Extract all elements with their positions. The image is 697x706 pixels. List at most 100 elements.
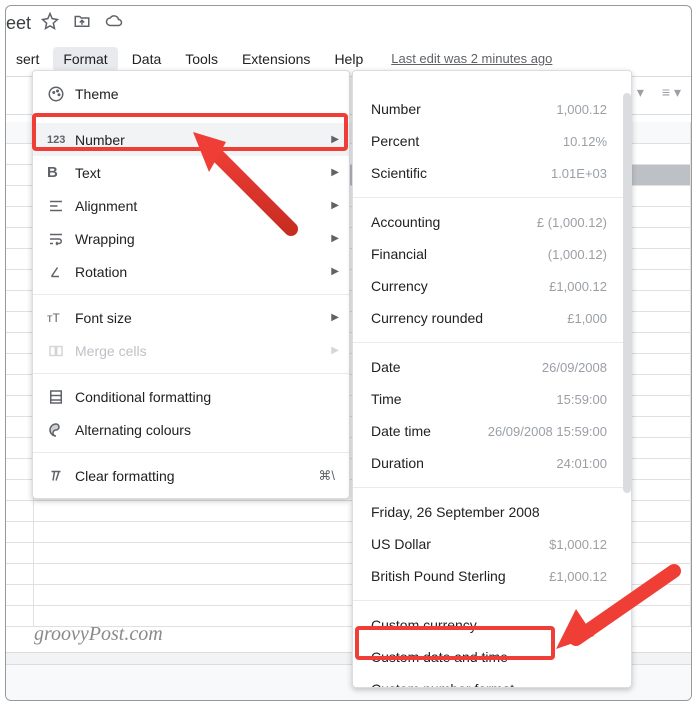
chevron-right-icon: ▶ xyxy=(331,200,339,211)
submenu-item-scientific[interactable]: Scientific1.01E+03 xyxy=(353,157,623,189)
conditional-format-icon xyxy=(47,388,75,406)
menu-item-label: Merge cells xyxy=(75,343,331,359)
align-icon xyxy=(47,197,75,215)
alt-colours-icon xyxy=(47,421,75,439)
wrap-icon xyxy=(47,230,75,248)
chevron-right-icon: ▶ xyxy=(331,233,339,244)
submenu-item-label: Percent xyxy=(371,133,563,149)
chevron-right-icon: ▶ xyxy=(331,134,339,145)
menu-item-clear[interactable]: Clear formatting ⌘\ xyxy=(33,459,349,492)
menu-item-label: Alignment xyxy=(75,198,331,214)
bold-icon: B xyxy=(47,164,75,181)
submenu-item-label: British Pound Sterling xyxy=(371,568,549,584)
submenu-item-custom-date-and-time[interactable]: Custom date and time xyxy=(353,641,623,673)
submenu-item-label: Time xyxy=(371,391,556,407)
menu-item-label: Alternating colours xyxy=(75,422,339,438)
fontsize-icon: ᴛT xyxy=(47,311,75,325)
submenu-item-us-dollar[interactable]: US Dollar$1,000.12 xyxy=(353,528,623,560)
rotation-icon xyxy=(47,263,75,281)
submenu-item-label: Custom currency xyxy=(371,617,607,633)
submenu-item-example: £1,000 xyxy=(567,311,607,326)
menu-item-altcolours[interactable]: Alternating colours xyxy=(33,413,349,446)
submenu-item-label: Custom number format xyxy=(371,681,607,687)
star-icon[interactable] xyxy=(41,12,59,35)
submenu-item-date-time[interactable]: Date time26/09/2008 15:59:00 xyxy=(353,415,623,447)
submenu-item-label: Number xyxy=(371,101,556,117)
last-edit-link[interactable]: Last edit was 2 minutes ago xyxy=(391,51,552,66)
filter-icon: ≡ ▾ xyxy=(662,84,681,101)
submenu-item-example: 1.01E+03 xyxy=(551,166,607,181)
chevron-right-icon: ▶ xyxy=(331,167,339,178)
menu-item-conditional[interactable]: Conditional formatting xyxy=(33,380,349,413)
clear-format-icon xyxy=(47,467,75,485)
submenu-item-label: US Dollar xyxy=(371,536,549,552)
chevron-right-icon: ▶ xyxy=(331,312,339,323)
submenu-item-example: 26/09/2008 15:59:00 xyxy=(488,424,607,439)
submenu-item-example: 1,000.12 xyxy=(556,102,607,117)
menu-tools[interactable]: Tools xyxy=(175,47,228,71)
number-submenu: Number1,000.12Percent10.12%Scientific1.0… xyxy=(352,70,632,688)
watermark-text: groovyPost.com xyxy=(34,623,163,646)
menu-item-text[interactable]: B Text ▶ xyxy=(33,156,349,189)
submenu-item-example: 24:01:00 xyxy=(556,456,607,471)
menu-item-number[interactable]: 123 Number ▶ xyxy=(33,123,349,156)
submenu-item-example: £ (1,000.12) xyxy=(537,215,607,230)
submenu-item-label: Duration xyxy=(371,455,556,471)
submenu-item-currency-rounded[interactable]: Currency rounded£1,000 xyxy=(353,302,623,334)
submenu-scrollbar[interactable] xyxy=(623,93,631,493)
move-folder-icon[interactable] xyxy=(73,12,91,35)
submenu-item-currency[interactable]: Currency£1,000.12 xyxy=(353,270,623,302)
submenu-item-example: (1,000.12) xyxy=(548,247,607,262)
submenu-item-label: Financial xyxy=(371,246,548,262)
submenu-item-date[interactable]: Date26/09/2008 xyxy=(353,351,623,383)
submenu-item-label: Currency rounded xyxy=(371,310,567,326)
shortcut-label: ⌘\ xyxy=(318,468,335,484)
submenu-item-british-pound-sterling[interactable]: British Pound Sterling£1,000.12 xyxy=(353,560,623,592)
menu-insert[interactable]: sert xyxy=(6,47,49,71)
menu-item-label: Clear formatting xyxy=(75,468,318,484)
menu-item-mergecells: Merge cells ▶ xyxy=(33,334,349,367)
submenu-item-example: $1,000.12 xyxy=(549,537,607,552)
submenu-item-example: 15:59:00 xyxy=(556,392,607,407)
menu-item-label: Rotation xyxy=(75,264,331,280)
palette-icon xyxy=(47,85,75,103)
submenu-item-label: Date xyxy=(371,359,542,375)
menu-extensions[interactable]: Extensions xyxy=(232,47,320,71)
submenu-item-duration[interactable]: Duration24:01:00 xyxy=(353,447,623,479)
submenu-item-friday-26-september-2008[interactable]: Friday, 26 September 2008 xyxy=(353,496,623,528)
doc-title[interactable]: eet xyxy=(6,13,31,34)
cloud-status-icon[interactable] xyxy=(105,12,123,35)
menu-help[interactable]: Help xyxy=(324,47,373,71)
menu-format[interactable]: Format xyxy=(53,47,117,71)
submenu-item-example: 26/09/2008 xyxy=(542,360,607,375)
submenu-item-number[interactable]: Number1,000.12 xyxy=(353,93,623,125)
menu-item-fontsize[interactable]: ᴛT Font size ▶ xyxy=(33,301,349,334)
submenu-item-financial[interactable]: Financial(1,000.12) xyxy=(353,238,623,270)
number-icon: 123 xyxy=(47,134,75,146)
format-dropdown-menu: Theme 123 Number ▶ B Text ▶ Alignment ▶ … xyxy=(32,70,350,499)
submenu-item-accounting[interactable]: Accounting£ (1,000.12) xyxy=(353,206,623,238)
menu-data[interactable]: Data xyxy=(122,47,172,71)
menu-item-rotation[interactable]: Rotation ▶ xyxy=(33,255,349,288)
menu-item-label: Font size xyxy=(75,310,331,326)
submenu-item-example: £1,000.12 xyxy=(549,279,607,294)
menu-item-label: Conditional formatting xyxy=(75,389,339,405)
submenu-item-percent[interactable]: Percent10.12% xyxy=(353,125,623,157)
menu-item-alignment[interactable]: Alignment ▶ xyxy=(33,189,349,222)
menu-item-wrapping[interactable]: Wrapping ▶ xyxy=(33,222,349,255)
menu-item-label: Number xyxy=(75,132,331,148)
submenu-item-label: Custom date and time xyxy=(371,649,607,665)
submenu-item-time[interactable]: Time15:59:00 xyxy=(353,383,623,415)
chevron-right-icon: ▶ xyxy=(331,345,339,356)
submenu-item-example: £1,000.12 xyxy=(549,569,607,584)
chevron-right-icon: ▶ xyxy=(331,266,339,277)
menu-item-label: Text xyxy=(75,165,331,181)
submenu-item-example: 10.12% xyxy=(563,134,607,149)
submenu-item-label: Currency xyxy=(371,278,549,294)
submenu-item-custom-number-format[interactable]: Custom number format xyxy=(353,673,623,687)
menu-item-theme[interactable]: Theme xyxy=(33,77,349,110)
merge-icon xyxy=(47,342,75,360)
submenu-item-custom-currency[interactable]: Custom currency xyxy=(353,609,623,641)
submenu-item-label: Date time xyxy=(371,423,488,439)
submenu-item-label: Friday, 26 September 2008 xyxy=(371,504,607,520)
